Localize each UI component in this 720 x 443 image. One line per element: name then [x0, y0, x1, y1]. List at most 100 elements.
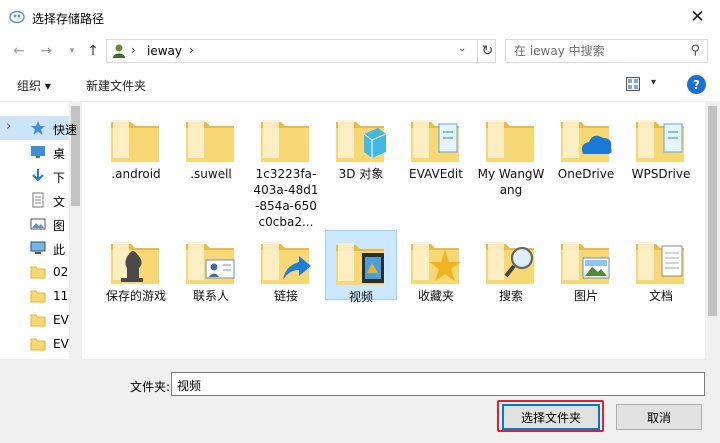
folder-icon — [486, 120, 534, 162]
help-icon[interactable]: ? — [687, 75, 706, 94]
breadcrumb-separator[interactable]: › — [131, 43, 136, 57]
folder-tile[interactable]: 文档 — [625, 230, 697, 303]
folder-name-field[interactable]: 视频 — [171, 372, 705, 396]
folder-tile[interactable]: 视频 — [325, 230, 397, 304]
navigation-pane: 快速 › 桌下文图此 02 11 EV EV — [0, 102, 82, 359]
folder-tile[interactable]: 下载 — [100, 352, 172, 359]
sidebar-item-label: 02 — [53, 265, 69, 279]
folder-view: .android .suwell 1c3223fa-403a-48d1-854a-6… — [85, 102, 705, 359]
folder-tile[interactable]: .suwell — [175, 108, 247, 220]
search-input[interactable] — [514, 43, 684, 59]
sidebar-item[interactable]: 桌 — [0, 140, 69, 164]
folder-label: 视频 — [348, 290, 373, 304]
sidebar-item[interactable]: 图 — [0, 212, 69, 236]
back-arrow-icon[interactable]: ← — [9, 41, 29, 61]
folder-icon — [186, 120, 234, 162]
folder-label: WPSDrive — [631, 167, 691, 181]
sidebar-item-label: 快速 — [53, 123, 78, 137]
folder-tile[interactable]: 图片 — [550, 230, 622, 303]
star-icon — [31, 121, 45, 135]
search-box[interactable]: ⚲ — [505, 39, 708, 63]
recent-locations-chevron-icon[interactable]: ▾ — [62, 41, 82, 61]
view-options-icon[interactable] — [626, 77, 640, 91]
folder-tile[interactable]: 3D 对象 — [325, 108, 397, 220]
folder-tile[interactable]: 链接 — [250, 230, 322, 303]
folder-icon — [111, 242, 159, 284]
folder-tile[interactable]: 音乐 — [175, 352, 247, 359]
folder-icon — [261, 120, 309, 162]
folder-icon — [636, 120, 684, 162]
address-dropdown-icon[interactable]: ⌄ — [458, 43, 466, 54]
desktop-icon — [31, 146, 45, 158]
folder-label: 图片 — [573, 289, 598, 303]
sidebar-item-label: 图 — [53, 219, 66, 233]
content-scrollbar[interactable] — [705, 102, 720, 359]
cancel-button[interactable]: 取消 — [616, 404, 702, 430]
folder-icon — [336, 120, 387, 162]
folder-label: 联系人 — [192, 289, 229, 303]
folder-tile[interactable]: 保存的游戏 — [100, 230, 172, 303]
sidebar-item-label: 桌 — [53, 147, 66, 161]
expand-chevron-icon[interactable]: › — [6, 119, 11, 134]
folder-tile[interactable]: My WangWang — [475, 108, 547, 220]
sidebar-item-label: EV — [53, 313, 69, 327]
window-title: 选择存储路径 — [32, 12, 105, 26]
folder-label: 文件夹: — [130, 380, 171, 394]
forward-arrow-icon[interactable]: → — [36, 41, 56, 61]
sidebar-item-label: EV — [53, 337, 69, 351]
folder-tile[interactable]: 桌面 — [250, 352, 322, 359]
folder-tile[interactable]: EVAVEdit — [400, 108, 472, 220]
sidebar-item[interactable]: 11 — [0, 284, 69, 308]
close-button[interactable]: ✕ — [675, 0, 720, 34]
sidebar-item[interactable]: 快速 › — [0, 116, 77, 140]
address-bar[interactable]: › ieway › ⌄ ↻ — [106, 39, 496, 63]
folder-name-value[interactable]: 视频 — [177, 377, 201, 394]
sidebar-item[interactable]: 02 — [0, 260, 69, 284]
title-bar: 选择存储路径 ✕ — [0, 0, 720, 34]
sidebar-item[interactable]: EV — [0, 332, 69, 356]
sidebar-item[interactable]: 下 — [0, 164, 69, 188]
folder-icon — [30, 266, 46, 279]
refresh-icon[interactable]: ↻ — [477, 40, 497, 62]
content-scrollbar-thumb[interactable] — [708, 106, 717, 316]
sidebar-item-label: 此 — [53, 243, 66, 257]
folder-label: 收藏夹 — [417, 289, 454, 303]
folder-tile[interactable]: WPSDrive — [625, 108, 697, 220]
search-icon[interactable]: ⚲ — [690, 43, 700, 58]
folder-icon — [261, 242, 311, 284]
sidebar-item-label: 11 — [53, 289, 69, 303]
sidebar-item[interactable]: EV — [0, 308, 69, 332]
app-icon — [9, 10, 25, 24]
folder-tile[interactable]: .android — [100, 108, 172, 220]
folder-icon — [561, 120, 612, 162]
folder-label: 搜索 — [498, 289, 523, 303]
folder-tile[interactable]: 搜索 — [475, 230, 547, 303]
folder-label: 保存的游戏 — [105, 289, 166, 303]
breadcrumb-separator[interactable]: › — [189, 43, 194, 57]
command-bar: 组织 ▾ 新建文件夹 ▾ ? — [0, 68, 720, 102]
sidebar-item-label: 文 — [53, 195, 66, 209]
folder-label: 链接 — [273, 289, 298, 303]
folder-icon — [30, 290, 46, 303]
folder-tile[interactable]: OneDrive — [550, 108, 622, 220]
folder-icon — [30, 314, 46, 327]
view-dropdown-icon[interactable]: ▾ — [651, 77, 656, 88]
picture-icon — [30, 218, 46, 230]
folder-label: EVAVEdit — [409, 167, 463, 181]
folder-label: 1c3223fa-403a-48d1-854a-650c0cba2... — [253, 167, 319, 229]
up-arrow-icon[interactable]: ↑ — [83, 41, 103, 61]
breadcrumb-ieway[interactable]: ieway — [147, 44, 182, 58]
folder-icon — [636, 242, 684, 284]
folder-tile[interactable]: 1c3223fa-403a-48d1-854a-650c0cba2... — [250, 108, 322, 229]
folder-tile[interactable]: 联系人 — [175, 230, 247, 303]
organize-menu[interactable]: 组织 ▾ — [17, 77, 51, 94]
sidebar-item-label: 下 — [53, 171, 66, 185]
folder-icon — [411, 242, 461, 284]
sidebar-item[interactable]: 此 — [0, 236, 69, 260]
new-folder-button[interactable]: 新建文件夹 — [86, 77, 146, 94]
computer-icon — [30, 241, 46, 254]
folder-tile[interactable]: 收藏夹 — [400, 230, 472, 303]
sidebar-item[interactable]: 文 — [0, 188, 69, 212]
highlight-box — [497, 400, 604, 432]
folder-label: 3D 对象 — [338, 167, 384, 181]
